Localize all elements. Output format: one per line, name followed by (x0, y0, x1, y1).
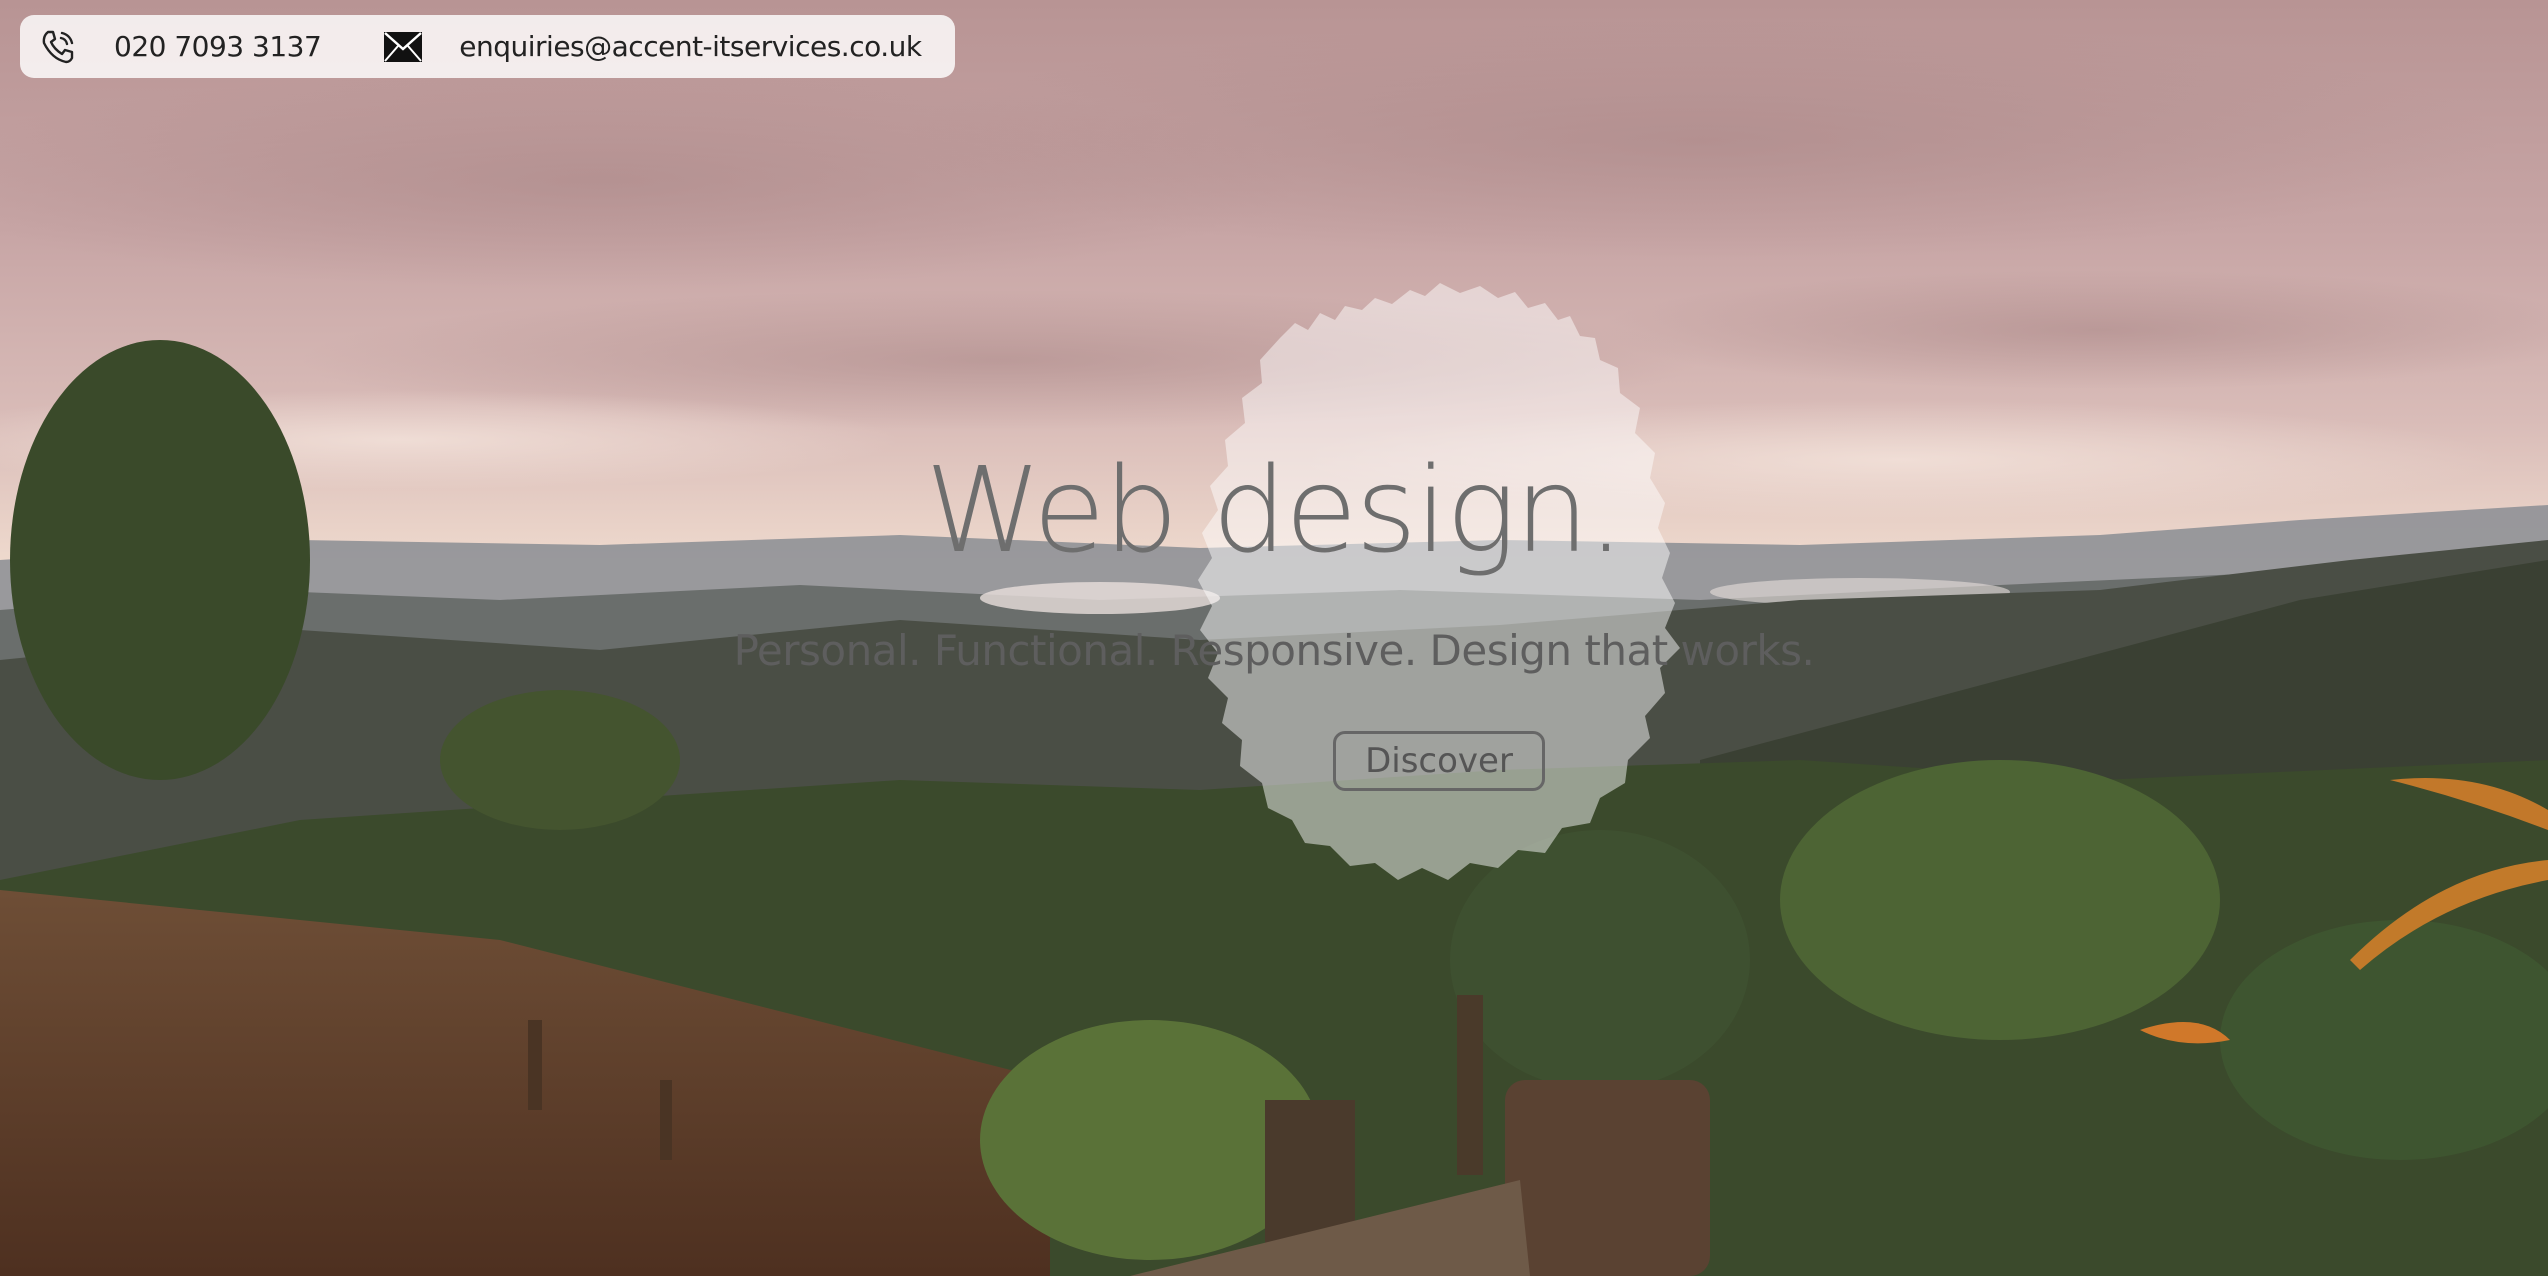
hero-section: 020 7093 3137 enquiries@accent-itservice… (0, 0, 2548, 1276)
hero-subtitle: Personal. Functional. Responsive. Design… (733, 626, 1815, 675)
hero-brush-splash (1198, 283, 1680, 880)
hero-title: Web design. (925, 441, 1625, 579)
discover-button[interactable]: Discover (1333, 731, 1545, 791)
phone-number[interactable]: 020 7093 3137 (114, 30, 322, 63)
phone-contact[interactable]: 020 7093 3137 (38, 27, 322, 67)
contact-bar: 020 7093 3137 enquiries@accent-itservice… (20, 15, 955, 78)
envelope-icon (383, 27, 423, 67)
phone-icon (38, 27, 78, 67)
email-address[interactable]: enquiries@accent-itservices.co.uk (459, 30, 922, 63)
email-contact[interactable]: enquiries@accent-itservices.co.uk (383, 27, 922, 67)
